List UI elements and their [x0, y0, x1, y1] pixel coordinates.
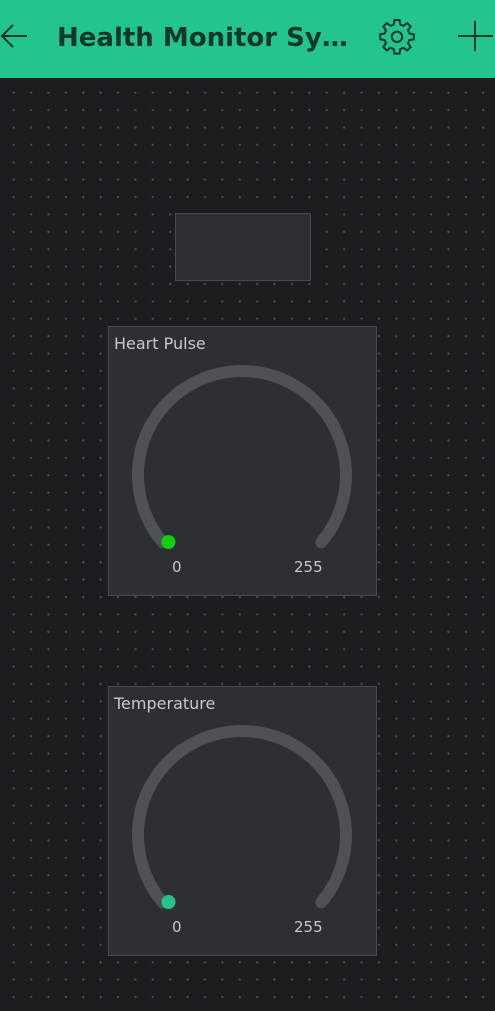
gauge-max-label: 255	[294, 918, 323, 936]
settings-button[interactable]	[378, 17, 416, 55]
gauge-indicator	[161, 895, 176, 909]
gear-icon	[379, 19, 415, 55]
gauge-dial	[132, 725, 352, 909]
gauge-dial	[132, 365, 352, 549]
gauge-track	[132, 725, 352, 909]
value-display-widget[interactable]	[175, 213, 311, 281]
arrow-left-icon	[0, 24, 27, 48]
add-widget-button[interactable]	[456, 17, 495, 55]
gauge-track	[132, 365, 352, 549]
temperature-gauge[interactable]: Temperature 0 255	[108, 686, 377, 956]
back-button[interactable]	[0, 22, 30, 50]
app-bar: Health Monitor System	[0, 0, 495, 78]
gauge-min-label: 0	[172, 558, 182, 576]
gauge-min-label: 0	[172, 918, 182, 936]
gauge-max-label: 255	[294, 558, 323, 576]
plus-icon	[458, 21, 493, 51]
page-title: Health Monitor System	[57, 23, 349, 53]
heart-pulse-gauge[interactable]: Heart Pulse 0 255	[108, 326, 377, 596]
gauge-indicator	[161, 535, 176, 549]
